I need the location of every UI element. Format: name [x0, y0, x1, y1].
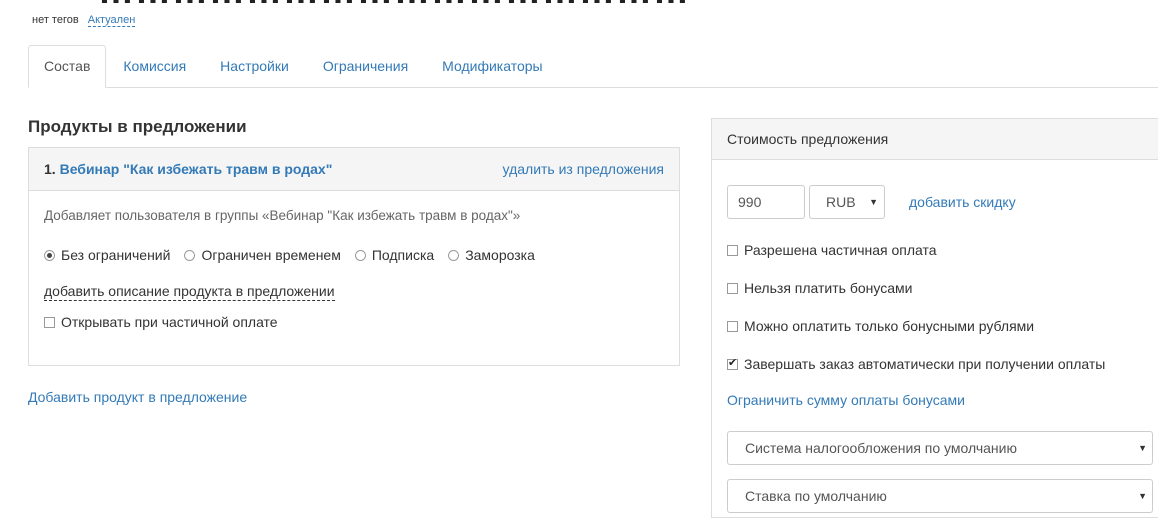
radio-freeze[interactable]: Заморозка — [448, 247, 535, 263]
products-section-title: Продукты в предложении — [28, 117, 247, 136]
price-input[interactable]: 990 — [727, 185, 805, 219]
tax-system-select[interactable]: Система налогообложения по умолчанию ▼ — [727, 431, 1153, 465]
product-description: Добавляет пользователя в группы «Вебинар… — [44, 208, 521, 223]
caret-down-icon: ▼ — [869, 197, 878, 207]
product-name-link[interactable]: Вебинар "Как избежать травм в родах" — [60, 161, 333, 177]
auto-complete-order-checkbox[interactable] — [727, 356, 738, 370]
auto-complete-order-option[interactable]: Завершать заказ автоматически при получе… — [727, 356, 1105, 372]
caret-down-icon: ▼ — [1138, 443, 1147, 453]
vat-rate-select[interactable]: Ставка по умолчанию ▼ — [727, 479, 1153, 513]
add-discount-link[interactable]: добавить скидку — [909, 194, 1016, 210]
radio-subscription[interactable]: Подписка — [354, 247, 435, 263]
page-title: ………………………………………… — [98, 0, 690, 12]
radio-label: Ограничен временем — [201, 247, 341, 263]
radio-unlimited[interactable]: Без ограничений — [44, 247, 170, 263]
radio-label: Без ограничений — [61, 247, 171, 263]
tags-text: нет тегов — [32, 14, 79, 26]
limit-bonus-payment-link[interactable]: Ограничить сумму оплаты бонусами — [727, 392, 965, 408]
radio-button[interactable] — [44, 249, 55, 261]
add-product-link[interactable]: Добавить продукт в предложение — [28, 389, 247, 405]
bonus-only-payment-option[interactable]: Можно оплатить только бонусными рублями — [727, 318, 1034, 334]
open-on-partial-payment-option[interactable]: Открывать при частичной оплате — [44, 314, 664, 330]
add-product-description-link[interactable]: добавить описание продукта в предложении — [44, 283, 335, 301]
radio-label: Заморозка — [465, 247, 535, 263]
tab-composition[interactable]: Состав — [28, 45, 107, 88]
radio-label: Подписка — [371, 247, 435, 263]
checkbox-label: Нельзя платить бонусами — [744, 280, 913, 296]
tab-modifiers[interactable]: Модификаторы — [425, 45, 559, 87]
remove-product-link[interactable]: удалить из предложения — [503, 161, 664, 177]
radio-time-limited[interactable]: Ограничен временем — [184, 247, 341, 263]
partial-payment-option[interactable]: Разрешена частичная оплата — [727, 242, 937, 258]
currency-select[interactable]: RUB ▼ — [809, 185, 885, 219]
partial-payment-checkbox[interactable] — [727, 244, 738, 256]
product-number: 1. — [44, 161, 56, 177]
open-on-partial-payment-checkbox[interactable] — [44, 316, 55, 328]
tab-commission[interactable]: Комиссия — [106, 45, 203, 87]
tab-restrictions[interactable]: Ограничения — [306, 45, 425, 87]
product-header: 1. Вебинар "Как избежать травм в родах" … — [29, 148, 679, 191]
radio-button[interactable] — [184, 249, 196, 261]
tab-settings[interactable]: Настройки — [203, 45, 306, 87]
price-panel-title: Стоимость предложения — [712, 119, 1158, 160]
price-row: 990 RUB ▼ добавить скидку — [727, 185, 1016, 219]
price-panel: Стоимость предложения 990 RUB ▼ добавить… — [711, 118, 1158, 518]
no-bonus-payment-checkbox[interactable] — [727, 282, 738, 294]
status-link[interactable]: Актуален — [87, 14, 136, 27]
radio-button[interactable] — [448, 249, 460, 261]
radio-button[interactable] — [354, 249, 366, 261]
currency-value: RUB — [826, 194, 856, 210]
offer-tabs: Состав Комиссия Настройки Ограничения Мо… — [28, 45, 1158, 88]
vat-rate-value: Ставка по умолчанию — [745, 488, 887, 504]
checkbox-label: Можно оплатить только бонусными рублями — [744, 318, 1035, 334]
product-panel: 1. Вебинар "Как избежать травм в родах" … — [28, 147, 680, 366]
tax-system-value: Система налогообложения по умолчанию — [745, 440, 1017, 456]
no-bonus-payment-option[interactable]: Нельзя платить бонусами — [727, 280, 912, 296]
checkbox-label: Разрешена частичная оплата — [744, 242, 937, 258]
caret-down-icon: ▼ — [1138, 491, 1147, 501]
bonus-only-payment-checkbox[interactable] — [727, 320, 738, 332]
checkbox-label: Завершать заказ автоматически при получе… — [744, 356, 1106, 372]
checkbox-label: Открывать при частичной оплате — [61, 314, 278, 330]
access-type-radios: Без ограничений Ограничен временем Подпи… — [44, 247, 664, 263]
product-body: Добавляет пользователя в группы «Вебинар… — [29, 191, 679, 346]
offer-meta: нет тегов Актуален — [32, 14, 136, 27]
